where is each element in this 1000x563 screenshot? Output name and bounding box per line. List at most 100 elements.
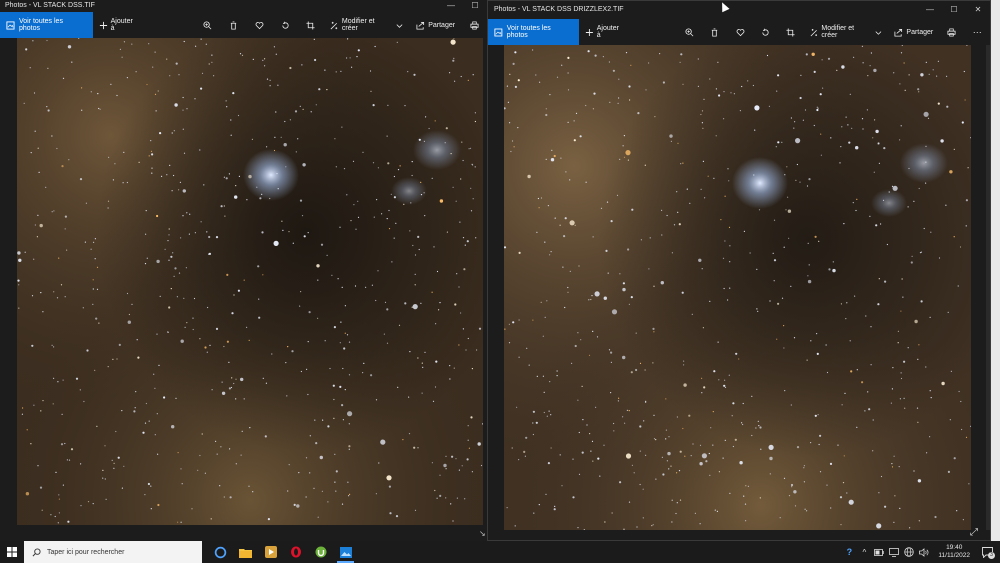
edit-create-button[interactable]: Modifier et créer — [324, 12, 410, 38]
star — [258, 316, 261, 319]
star — [678, 470, 681, 472]
photo-canvas-left[interactable] — [17, 38, 483, 525]
star — [113, 462, 115, 464]
star — [37, 214, 39, 216]
star — [949, 419, 951, 421]
add-to-button[interactable]: Ajouter à — [579, 19, 630, 45]
star — [618, 78, 620, 80]
zoom-button[interactable] — [677, 19, 702, 45]
minimize-icon[interactable]: — — [918, 1, 942, 19]
star — [929, 436, 931, 438]
taskbar-app-photos[interactable] — [333, 541, 358, 563]
star — [425, 116, 427, 118]
view-all-photos-button[interactable]: Voir toutes les photos — [488, 19, 579, 45]
print-button[interactable] — [939, 19, 964, 45]
star — [445, 468, 447, 470]
print-button[interactable] — [461, 12, 487, 38]
star — [318, 88, 321, 91]
help-icon[interactable]: ? — [843, 546, 855, 558]
star — [732, 402, 735, 405]
star — [133, 410, 136, 413]
titlebar-right[interactable]: Photos - VL STACK DSS DRIZZLEX2.TIF — ☐ … — [488, 1, 990, 19]
volume-icon[interactable] — [918, 546, 930, 558]
star — [348, 374, 351, 376]
star — [386, 135, 388, 137]
notification-center-button[interactable]: 3 — [978, 541, 996, 563]
battery-icon[interactable] — [873, 546, 885, 558]
star — [211, 54, 213, 56]
star — [744, 503, 747, 505]
star — [900, 377, 903, 380]
maximize-icon[interactable]: ☐ — [942, 1, 966, 19]
star — [855, 209, 857, 212]
star — [84, 241, 86, 243]
star — [677, 142, 679, 144]
star — [167, 331, 169, 333]
more-options-button[interactable]: ··· — [965, 19, 990, 45]
star — [117, 456, 120, 459]
star — [965, 199, 968, 202]
share-button[interactable]: Partager — [410, 12, 461, 38]
star — [961, 428, 963, 431]
close-icon[interactable]: ✕ — [966, 1, 990, 19]
photo-canvas-right[interactable] — [504, 45, 971, 530]
star — [97, 93, 99, 95]
star — [940, 139, 944, 143]
favorite-button[interactable] — [246, 12, 272, 38]
taskbar-app-media[interactable] — [258, 541, 283, 563]
share-button[interactable]: Partager — [888, 19, 939, 45]
star — [554, 505, 556, 507]
star — [445, 497, 447, 499]
maximize-icon[interactable]: ☐ — [463, 0, 487, 12]
star — [545, 113, 548, 117]
delete-button[interactable] — [220, 12, 246, 38]
star — [220, 446, 222, 448]
star — [98, 322, 100, 324]
minimize-icon[interactable]: — — [439, 0, 463, 12]
taskbar-app-file-explorer[interactable] — [233, 541, 258, 563]
taskbar-app-utorrent[interactable] — [308, 541, 333, 563]
star — [375, 493, 377, 495]
resize-grip-icon[interactable]: ↘ — [479, 530, 487, 538]
display-icon[interactable] — [888, 546, 900, 558]
taskbar-app-cortana[interactable] — [208, 541, 233, 563]
rotate-button[interactable] — [753, 19, 778, 45]
clock[interactable]: 19:40 11/11/2022 — [933, 544, 975, 560]
star — [670, 140, 672, 142]
star — [666, 460, 668, 462]
taskbar-app-opera[interactable] — [283, 541, 308, 563]
star — [561, 64, 563, 66]
network-globe-icon[interactable] — [903, 546, 915, 558]
star — [410, 202, 412, 204]
star — [456, 497, 458, 499]
add-to-button[interactable]: Ajouter à — [93, 12, 145, 38]
vertical-scrollbar[interactable] — [986, 45, 990, 530]
star — [655, 439, 657, 441]
star — [599, 475, 601, 477]
star — [104, 445, 106, 447]
favorite-button[interactable] — [728, 19, 753, 45]
more-icon: ··· — [972, 27, 982, 37]
zoom-button[interactable] — [194, 12, 220, 38]
star — [348, 448, 350, 450]
fullscreen-icon[interactable]: ⤢ — [970, 528, 980, 538]
edit-create-button[interactable]: Modifier et créer — [804, 19, 889, 45]
star — [17, 279, 20, 282]
star — [92, 303, 94, 305]
rotate-button[interactable] — [272, 12, 298, 38]
star — [645, 89, 647, 91]
star — [383, 333, 385, 335]
taskbar-search-box[interactable]: Taper ici pour rechercher — [24, 541, 202, 563]
delete-button[interactable] — [702, 19, 727, 45]
star — [299, 105, 301, 107]
view-all-photos-button[interactable]: Voir toutes les photos — [0, 12, 93, 38]
crop-button[interactable] — [778, 19, 803, 45]
chevron-up-icon[interactable]: ^ — [858, 546, 870, 558]
titlebar-left[interactable]: Photos - VL STACK DSS.TIF — ☐ — [0, 0, 487, 12]
star — [506, 507, 508, 509]
star — [604, 521, 606, 523]
star — [753, 174, 755, 176]
star — [841, 404, 843, 406]
crop-button[interactable] — [298, 12, 324, 38]
start-button[interactable] — [0, 541, 24, 563]
